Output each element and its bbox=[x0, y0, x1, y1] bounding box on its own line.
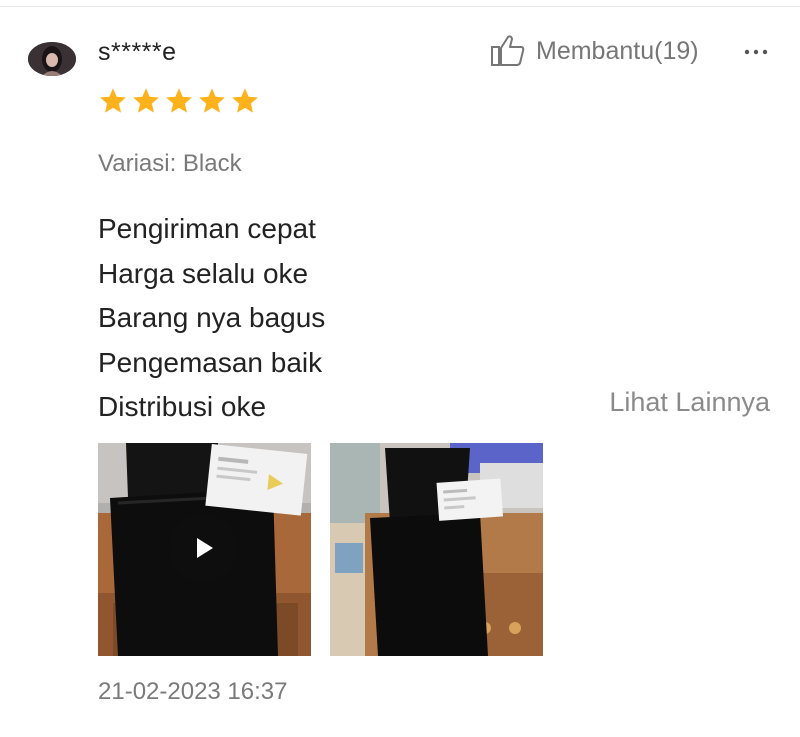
review-line: Barang nya bagus bbox=[98, 302, 326, 333]
more-horizontal-icon bbox=[744, 49, 768, 55]
review-line: Harga selalu oke bbox=[98, 257, 309, 289]
review-line: Distribusi oke bbox=[98, 391, 267, 422]
star-icon bbox=[166, 88, 192, 113]
star-icon bbox=[100, 88, 126, 113]
reviewer-username: s*****e bbox=[98, 38, 177, 66]
star-rating bbox=[98, 86, 263, 116]
review-photo-thumbnail[interactable] bbox=[330, 443, 543, 656]
review-video-thumbnail[interactable] bbox=[98, 443, 311, 656]
more-options-button[interactable] bbox=[740, 36, 772, 68]
helpful-count-label: Membantu(19) bbox=[536, 36, 699, 65]
star-icon bbox=[232, 88, 258, 113]
review-line: Pengemasan baik bbox=[98, 346, 323, 378]
thumbs-up-icon bbox=[491, 35, 525, 66]
play-button[interactable] bbox=[169, 514, 237, 582]
top-divider bbox=[0, 6, 800, 7]
avatar-image bbox=[28, 42, 76, 76]
helpful-button[interactable]: Membantu(19) bbox=[490, 34, 699, 68]
review-text: Pengiriman cepat Harga selalu oke Barang… bbox=[98, 207, 325, 430]
play-icon bbox=[197, 538, 213, 558]
photo-thumbnail-image bbox=[330, 443, 543, 656]
variation-label: Variasi: Black bbox=[98, 150, 242, 177]
star-icon bbox=[199, 88, 225, 113]
star-icon bbox=[133, 88, 159, 113]
see-more-link[interactable]: Lihat Lainnya bbox=[609, 387, 770, 418]
avatar[interactable] bbox=[28, 42, 76, 76]
review-timestamp: 21-02-2023 16:37 bbox=[98, 678, 288, 705]
review-line: Pengiriman cepat bbox=[98, 213, 316, 244]
